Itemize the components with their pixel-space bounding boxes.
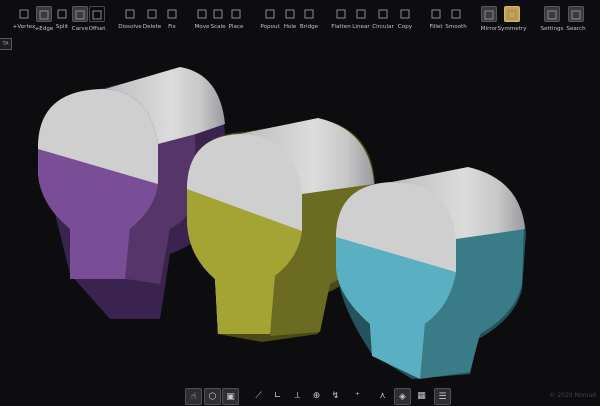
tool-label: Bridge xyxy=(299,24,319,30)
tool-search-button[interactable]: Search xyxy=(559,6,593,33)
search-icon xyxy=(568,6,584,22)
snap-point-icon[interactable]: ⟂ xyxy=(290,388,305,403)
snap-edge-icon[interactable]: ⟋ xyxy=(251,388,266,403)
copyright-text: © 2020 Nomad xyxy=(549,392,596,399)
tool-bridge-button[interactable]: Bridge xyxy=(292,6,326,31)
tool-offset-button[interactable]: Offset xyxy=(80,6,114,33)
axes-icon[interactable]: ⋏ xyxy=(375,388,390,403)
tool-label: Smooth xyxy=(445,24,467,30)
tool-label: Search xyxy=(566,26,586,32)
symmetry-icon xyxy=(504,6,520,22)
wire-cube-icon[interactable]: ⬡ xyxy=(204,388,221,405)
settings-icon xyxy=(544,6,560,22)
copy-icon xyxy=(398,6,412,20)
lasso-icon[interactable]: ↯ xyxy=(328,388,343,403)
sliders-icon[interactable]: ☰ xyxy=(434,388,451,405)
zoom-icon[interactable]: ⊕ xyxy=(309,388,324,403)
add-point-icon[interactable]: ⁺ xyxy=(350,388,365,403)
snap-angle-icon[interactable]: ∟ xyxy=(270,388,285,403)
fix-icon xyxy=(165,6,179,20)
tool-smooth-button[interactable]: Smooth xyxy=(439,6,473,31)
top-toolbar: +Vertex +Edge Split Carve Offset Dissolve Dele… xyxy=(0,0,600,34)
select-hand-icon[interactable]: ☝ xyxy=(185,388,202,405)
offset-icon xyxy=(89,6,105,22)
smooth-icon xyxy=(449,6,463,20)
bottom-toolbar: ☝ ⬡ ▣ ⟋ ∟ ⟂ ⊕ ↯ ⁺ ⋏ ◈ ▦ ☰ xyxy=(0,388,600,406)
tool-label: Offset xyxy=(88,26,106,32)
tool-copy-button[interactable]: Copy xyxy=(388,6,422,31)
tool-label: Copy xyxy=(397,24,413,30)
tool-place-button[interactable]: Place xyxy=(219,6,253,31)
tool-symmetry-button[interactable]: Symmetry xyxy=(495,6,529,33)
solid-cube-icon[interactable]: ▣ xyxy=(222,388,239,405)
place-icon xyxy=(229,6,243,20)
tool-label: Symmetry xyxy=(497,26,527,32)
bulb-object-cyan[interactable] xyxy=(336,167,526,379)
grid-icon[interactable]: ▦ xyxy=(414,388,429,403)
viewport[interactable] xyxy=(0,34,600,384)
tool-label: Place xyxy=(228,24,244,30)
bridge-icon xyxy=(302,6,316,20)
tool-label: Fix xyxy=(168,24,176,30)
tool-fix-button[interactable]: Fix xyxy=(155,6,189,31)
render-cube-icon[interactable]: ◈ xyxy=(394,388,411,405)
